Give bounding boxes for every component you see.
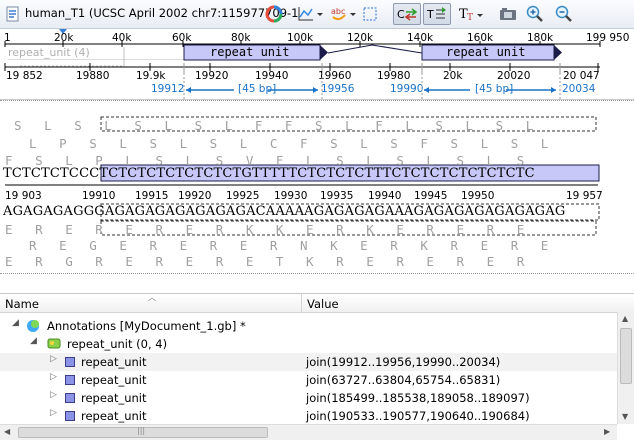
text-format-button[interactable]: T T — [457, 3, 485, 25]
text-format-icon: T T — [459, 7, 483, 23]
tree-label: repeat_unit — [81, 409, 147, 423]
tree-label: repeat_unit (0, 4) — [67, 337, 168, 351]
sort-indicator-icon: ︿ — [148, 293, 156, 302]
ruler-label: 19915 — [135, 190, 169, 202]
translation-frame: L P S L S L S L C F S L S F S L S L — [14, 136, 549, 151]
capture-button[interactable] — [496, 3, 520, 25]
scroll-right-icon[interactable]: ▶ — [604, 427, 610, 436]
scrollbar-thumb[interactable] — [620, 328, 632, 384]
translation-toggle-icon: C — [397, 8, 418, 21]
ruler-label: 19 957 — [566, 190, 603, 202]
sequence-toolbar: human_T1 (UCSC April 2002 chr7:115977709… — [0, 0, 634, 29]
svg-text:abc: abc — [331, 7, 345, 16]
color-wheel-icon — [265, 5, 283, 23]
svg-text:T: T — [467, 13, 473, 23]
ruler-label: 19935 — [320, 190, 354, 202]
tree-label: Annotations [MyDocument_1.gb] * — [47, 319, 246, 333]
sequence-scrollbar[interactable] — [0, 273, 634, 289]
feature-group-icon — [47, 338, 61, 349]
tree-label: repeat_unit — [81, 355, 147, 369]
tree-row[interactable]: ◢ Annotations [MyDocument_1.gb] * — [0, 317, 617, 335]
ruler-label: 19950 — [461, 190, 495, 202]
feature-icon — [65, 375, 75, 385]
show-complement-button[interactable]: T — [423, 3, 451, 25]
annotations-header: Name ︿ Value — [0, 293, 634, 313]
collapse-arrow-icon[interactable]: ▷ — [50, 390, 57, 400]
graph-button[interactable] — [295, 3, 325, 25]
tree-row[interactable]: ▷ repeat_unit join(190533..190577,190640… — [0, 407, 617, 425]
translation-frame: S L S L S L S L F F S L F L S L S L — [14, 118, 534, 133]
bottom-strand: AGAGAGAGGGAGAGAGAGAGAGAGACAAAAAGAGAGAGAA… — [3, 204, 566, 219]
range-arrows — [183, 73, 561, 99]
abc-icon: abc — [331, 7, 356, 21]
tree-horizontal-scrollbar[interactable]: ◀ ||| ▶ — [0, 424, 617, 440]
tree-row[interactable]: ◢ repeat_unit (0, 4) — [0, 335, 617, 353]
svg-text:T: T — [426, 8, 434, 21]
ruler-label: 19945 — [414, 190, 448, 202]
sequence-ruler — [5, 184, 598, 186]
translation-frame: E R G R E R E R E T K R E R E R E R — [5, 254, 525, 269]
expand-arrow-icon[interactable]: ◢ — [30, 336, 37, 346]
sequence-doc-icon — [6, 6, 19, 22]
tree-row[interactable]: ▷ repeat_unit join(185499..185538,189058… — [0, 389, 617, 407]
splitter[interactable] — [0, 100, 634, 110]
zoom-in-button[interactable] — [523, 3, 547, 25]
tree-label: repeat_unit — [81, 373, 147, 387]
show-complement-icon: T — [426, 7, 446, 21]
translation-frame: R E G E R E R E R N K E R K R E R E — [14, 238, 549, 253]
sequence-overview[interactable]: 1 20k 40k 60k 80k 100k 120k 140k 160k 18… — [0, 29, 634, 100]
annotations-group-icon — [27, 320, 39, 332]
column-header-name[interactable]: Name — [5, 297, 39, 311]
svg-text:C: C — [397, 8, 405, 21]
capture-icon — [500, 8, 516, 20]
feature-icon — [65, 411, 75, 421]
select-button[interactable] — [358, 3, 382, 25]
ruler-label: 19925 — [226, 190, 260, 202]
sequence-title: human_T1 (UCSC April 2002 chr7:115977709… — [25, 6, 299, 20]
top-strand: TCTCTCTCCCTCTCTCTCTCTCTCTGTTTTTCTCTCTCTT… — [3, 166, 535, 181]
ruler-label: 19 903 — [5, 190, 42, 202]
collapse-arrow-icon[interactable]: ▷ — [50, 354, 57, 364]
abc-button[interactable]: abc — [328, 3, 358, 25]
feature-icon — [65, 393, 75, 403]
collapse-arrow-icon[interactable]: ▷ — [50, 408, 57, 418]
feature-icon — [65, 357, 75, 367]
scrollbar-thumb[interactable]: ||| — [18, 426, 268, 438]
feature-label: repeat unit — [446, 45, 526, 59]
collapse-arrow-icon[interactable]: ▷ — [50, 372, 57, 382]
scroll-up-icon[interactable]: ▲ — [622, 314, 628, 323]
sequence-detail-view[interactable]: S L S L S L S L F F S L F L S L S L L P … — [0, 110, 634, 290]
column-header-value[interactable]: Value — [307, 297, 339, 311]
select-icon — [363, 7, 377, 21]
tree-value: join(19912..19956,19990..20034) — [306, 355, 501, 369]
color-wheel-button[interactable] — [262, 3, 286, 25]
ruler-label: 19940 — [368, 190, 402, 202]
translation-frame: E R E R E R E R K K E R K E R E R E — [5, 222, 525, 237]
zoom-out-icon — [555, 5, 572, 22]
feature-label: repeat unit — [210, 45, 290, 59]
graph-icon — [298, 7, 323, 21]
grip-icon: ||| — [137, 426, 146, 435]
tree-value: join(63727..63804,65754..65831) — [306, 373, 501, 387]
tree-row[interactable]: ▷ repeat_unit join(19912..19956,19990..2… — [0, 353, 617, 371]
annotations-tree[interactable]: ◢ Annotations [MyDocument_1.gb] * ◢ repe… — [0, 312, 634, 440]
translation-toggle-button[interactable]: C — [393, 3, 421, 25]
ruler-label: 19930 — [274, 190, 308, 202]
ruler-label: 19920 — [178, 190, 212, 202]
tree-label: repeat_unit — [81, 391, 147, 405]
tree-value: join(185499..185538,189058..189097) — [306, 391, 530, 405]
tree-row[interactable]: ▷ repeat_unit join(63727..63804,65754..6… — [0, 371, 617, 389]
scroll-left-icon[interactable]: ◀ — [4, 427, 10, 436]
zoom-out-button[interactable] — [552, 3, 576, 25]
expand-arrow-icon[interactable]: ◢ — [12, 318, 19, 328]
scroll-down-icon[interactable]: ▼ — [622, 412, 628, 421]
ruler-label: 19910 — [82, 190, 116, 202]
tree-vertical-scrollbar[interactable]: ▲ ▼ — [617, 312, 634, 424]
tree-value: join(190533..190577,190640..190684) — [306, 409, 530, 423]
zoom-in-icon — [526, 5, 543, 22]
